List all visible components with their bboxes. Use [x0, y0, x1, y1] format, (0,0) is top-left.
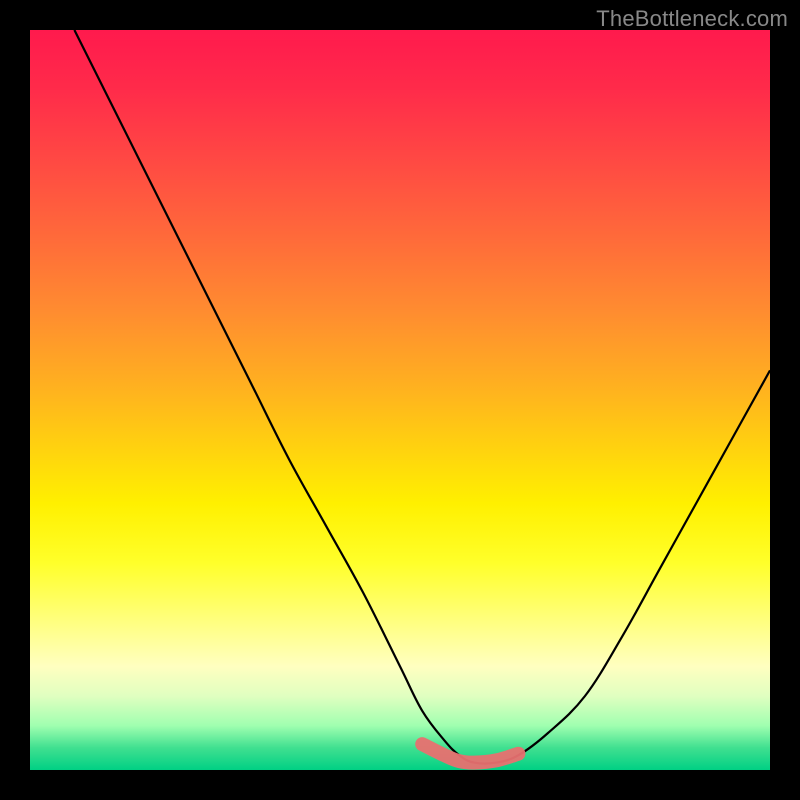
watermark-text: TheBottleneck.com	[596, 6, 788, 32]
chart-gradient-background	[30, 30, 770, 770]
